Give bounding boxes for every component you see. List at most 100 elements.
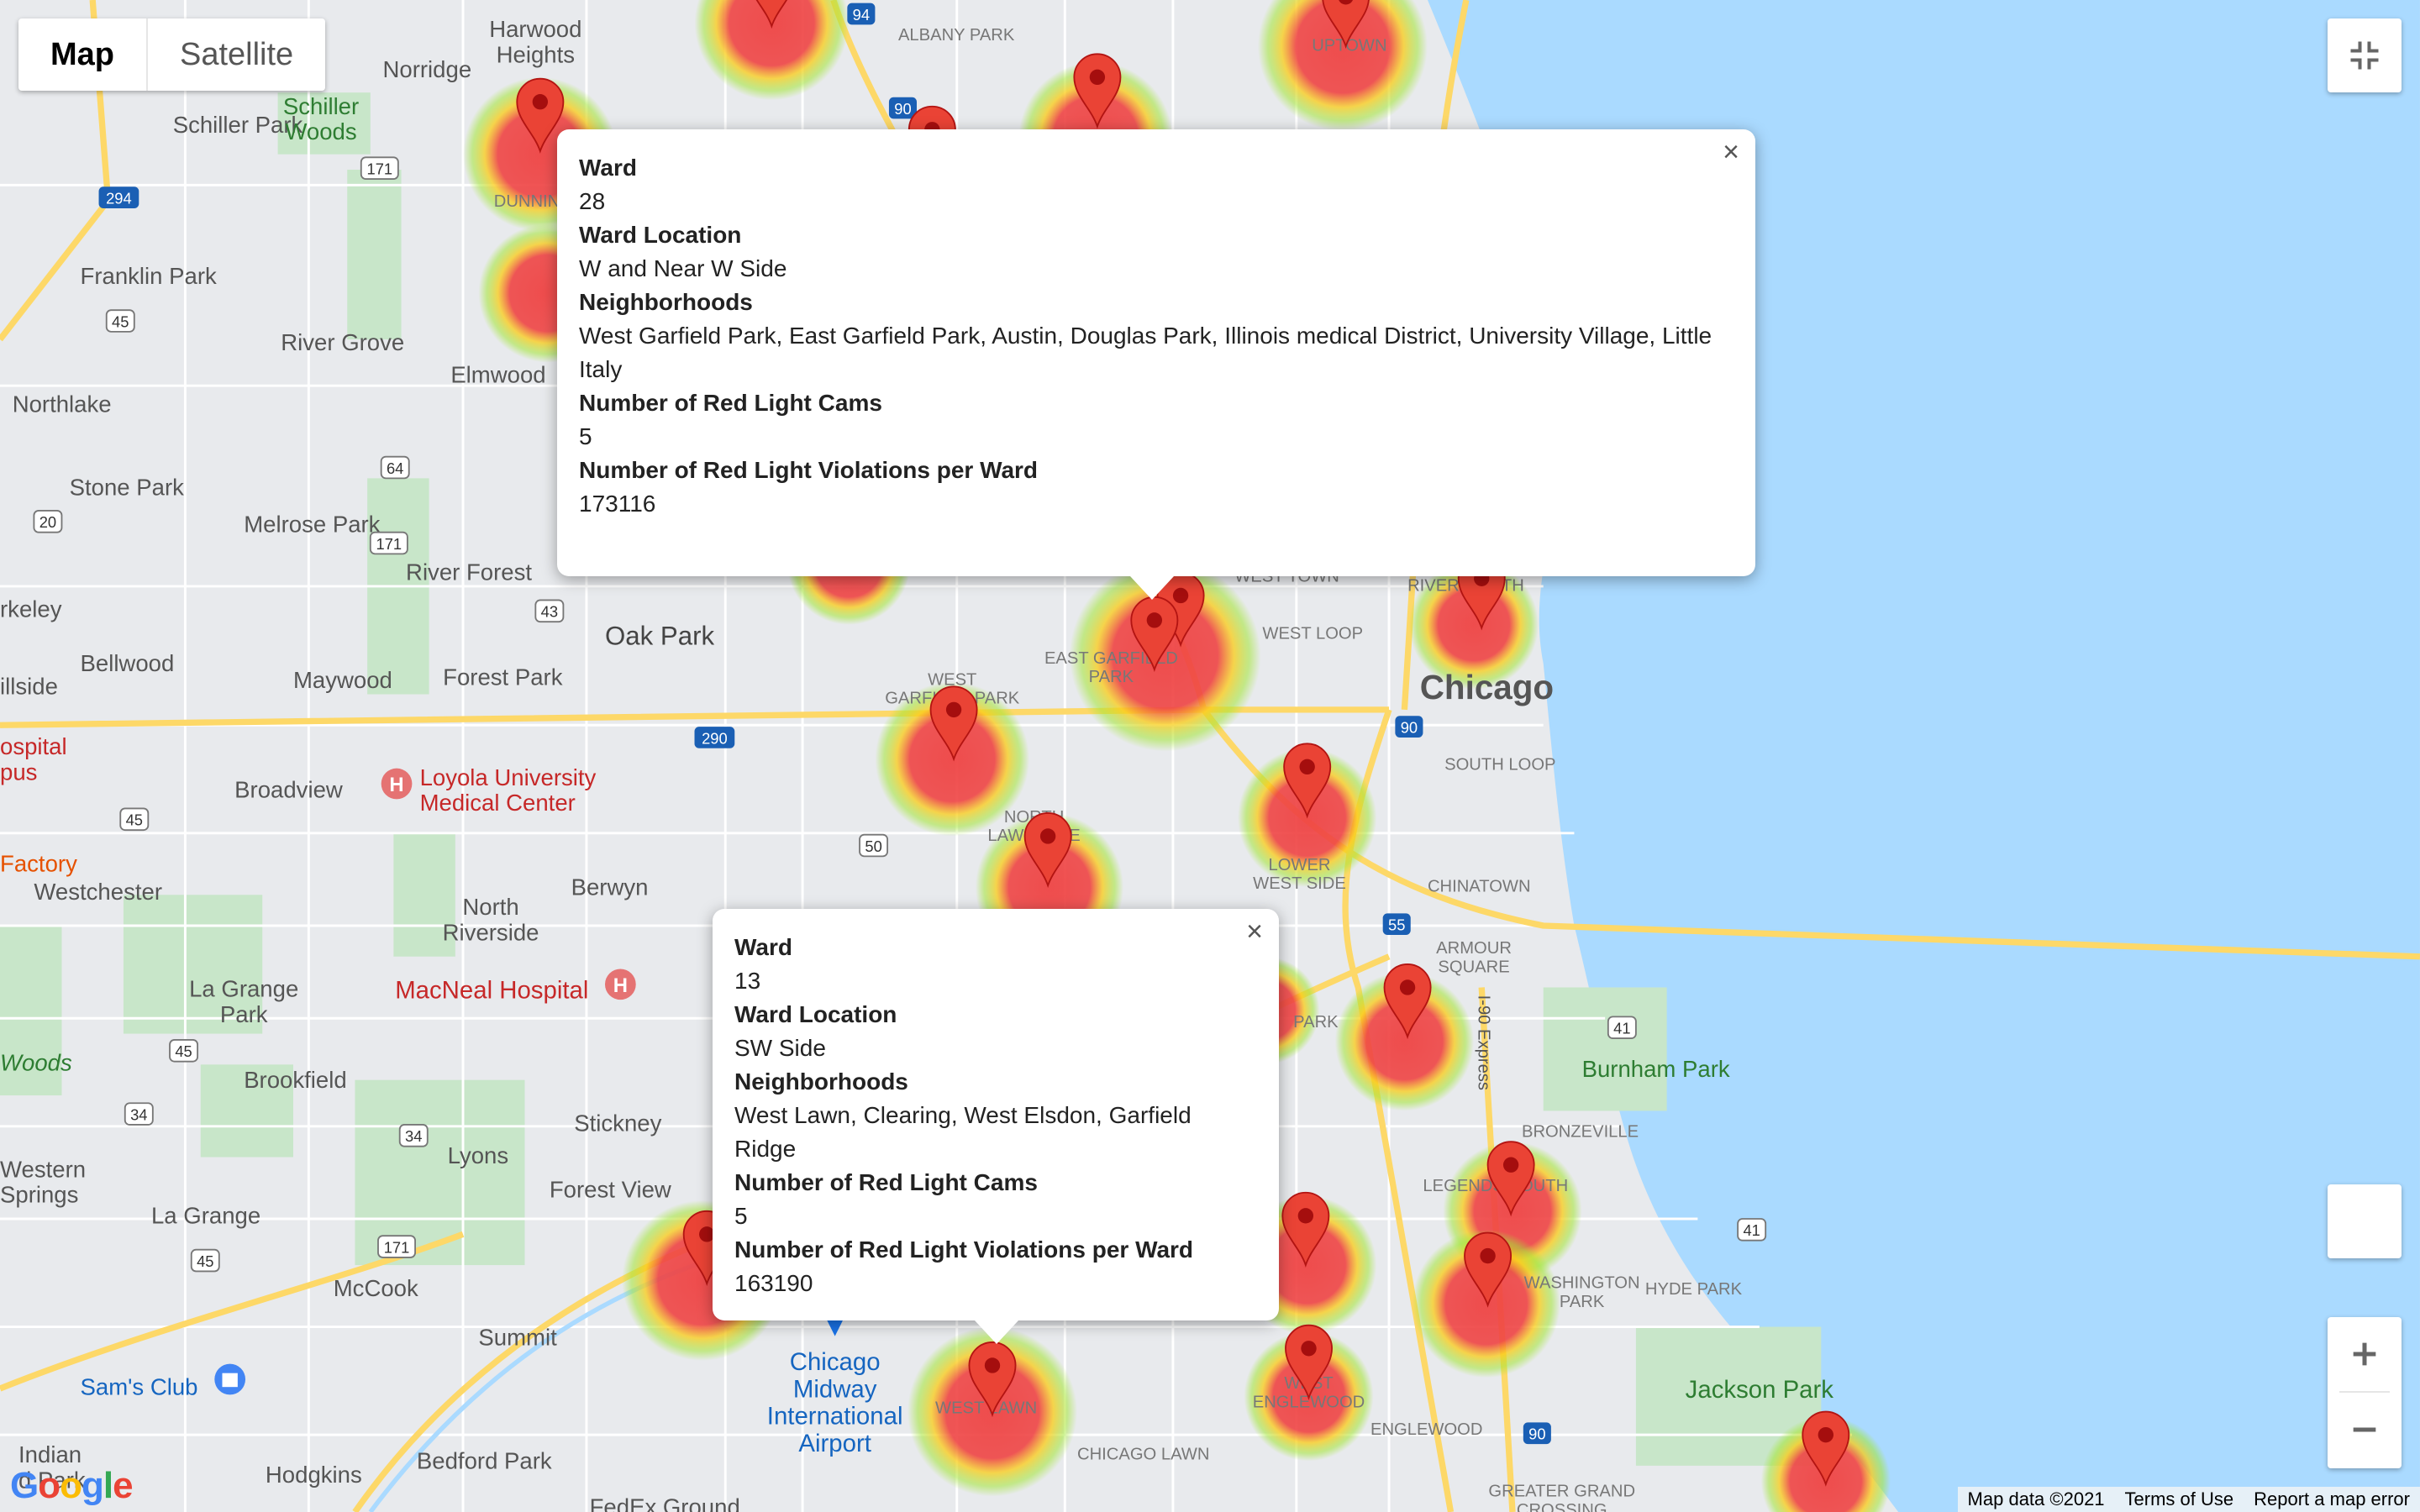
shopping-bag-icon	[214, 1363, 246, 1395]
neighborhoods-value: West Garfield Park, East Garfield Park, …	[579, 323, 1712, 382]
label-armour-square: ARMOUR SQUARE	[1436, 939, 1512, 976]
label-chicago-lawn: CHICAGO LAWN	[1077, 1446, 1209, 1464]
label-hodgkins: Hodgkins	[266, 1462, 362, 1488]
neighborhoods-label: Neighborhoods	[579, 289, 753, 315]
minus-icon	[2353, 1427, 2376, 1432]
svg-text:290: 290	[702, 729, 728, 747]
svg-text:41: 41	[1613, 1020, 1630, 1037]
svg-text:H: H	[389, 774, 403, 796]
neighborhoods-label: Neighborhoods	[734, 1068, 908, 1095]
shield-43: 43	[534, 599, 565, 623]
shield-us41a: 41	[1607, 1016, 1637, 1040]
label-forest-view: Forest View	[550, 1176, 671, 1202]
shield-us45a: 45	[105, 309, 135, 333]
shield-us45c: 45	[169, 1039, 199, 1063]
violations-value: 173116	[579, 491, 656, 517]
shield-us41b: 41	[1737, 1218, 1767, 1242]
fullscreen-button[interactable]	[2328, 18, 2402, 92]
ward-location-label: Ward Location	[734, 1001, 897, 1027]
map-data-text: Map data ©2021	[1957, 1487, 2115, 1512]
shield-i90: 90	[888, 97, 917, 119]
shield-us45d: 45	[190, 1248, 220, 1273]
label-chinatown: CHINATOWN	[1428, 878, 1531, 896]
google-logo[interactable]: Google	[10, 1465, 134, 1507]
label-chicago: Chicago	[1420, 668, 1554, 706]
shield-i90c: 90	[1523, 1422, 1551, 1445]
label-bronzeville: BRONZEVILLE	[1522, 1123, 1639, 1142]
report-error-link[interactable]: Report a map error	[2244, 1487, 2420, 1512]
shield-us34b: 34	[398, 1124, 429, 1147]
fullscreen-icon	[2350, 41, 2379, 70]
label-west-loop: WEST LOOP	[1262, 624, 1363, 643]
label-i90-express: I-90 Express	[1475, 995, 1493, 1090]
label-brookfield: Brookfield	[244, 1067, 347, 1093]
plus-icon	[2353, 1342, 2376, 1366]
info-window-tail	[975, 1320, 1018, 1344]
svg-text:94: 94	[853, 6, 870, 24]
zoom-control	[2328, 1317, 2402, 1468]
svg-text:41: 41	[1743, 1221, 1760, 1239]
label-westchester: Westchester	[34, 879, 162, 905]
label-forest-park: Forest Park	[443, 664, 563, 690]
svg-text:H: H	[613, 974, 628, 997]
ward-label: Ward	[579, 155, 637, 181]
label-river-grove: River Grove	[281, 329, 404, 355]
shield-i90b: 90	[1395, 716, 1423, 738]
label-stone-park: Stone Park	[70, 475, 185, 501]
shield-171b: 171	[369, 531, 408, 555]
cams-label: Number of Red Light Cams	[734, 1169, 1038, 1195]
svg-text:90: 90	[894, 100, 911, 118]
label-albany-park: ALBANY PARK	[898, 26, 1015, 45]
map-type-satellite-button[interactable]: Satellite	[146, 18, 325, 91]
ward-location-label: Ward Location	[579, 222, 742, 248]
label-loyola: Loyola University Medical Center	[420, 764, 597, 816]
cams-label: Number of Red Light Cams	[579, 390, 882, 416]
label-park: PARK	[1293, 1013, 1339, 1032]
close-icon[interactable]: ×	[1242, 917, 1267, 946]
shield-i290: 290	[694, 727, 735, 748]
map-type-control: Map Satellite	[18, 18, 326, 91]
shield-us34a: 34	[124, 1102, 154, 1126]
svg-text:43: 43	[541, 603, 558, 621]
label-berkeley: rkeley	[0, 596, 62, 622]
zoom-out-button[interactable]	[2328, 1393, 2402, 1467]
svg-text:294: 294	[106, 189, 132, 207]
terms-link[interactable]: Terms of Use	[2114, 1487, 2244, 1512]
shield-us45b: 45	[119, 807, 150, 832]
svg-text:45: 45	[112, 312, 129, 330]
ward-location-value: W and Near W Side	[579, 255, 787, 281]
neighborhoods-value: West Lawn, Clearing, West Elsdon, Garfie…	[734, 1102, 1192, 1162]
violations-label: Number of Red Light Violations per Ward	[734, 1236, 1194, 1263]
label-northlake: Northlake	[13, 391, 112, 417]
label-harwood-heights: Harwood Heights	[489, 16, 581, 67]
map-canvas[interactable]: Harwood Heights Norridge Schiller Park Sc…	[0, 0, 2420, 1512]
zoom-in-button[interactable]	[2328, 1317, 2402, 1391]
shield-i55: 55	[1382, 913, 1411, 936]
shield-i94: 94	[847, 3, 876, 25]
shield-171a: 171	[360, 156, 399, 180]
svg-text:20: 20	[39, 513, 56, 531]
shield-171c: 171	[377, 1235, 416, 1258]
shield-i294: 294	[98, 186, 139, 208]
info-window-tail	[1130, 576, 1174, 600]
map-type-map-button[interactable]: Map	[18, 18, 146, 91]
label-factory: Factory	[0, 851, 77, 877]
info-window-ward-28: × Ward 28 Ward Location W and Near W Sid…	[557, 129, 1755, 600]
street-view-control[interactable]	[2328, 1184, 2402, 1258]
svg-text:171: 171	[384, 1238, 410, 1256]
label-stickney: Stickney	[574, 1110, 661, 1136]
svg-text:45: 45	[126, 811, 143, 829]
svg-text:45: 45	[175, 1042, 192, 1060]
svg-text:50: 50	[865, 837, 881, 855]
svg-text:64: 64	[387, 459, 403, 477]
label-oak-park: Oak Park	[605, 622, 715, 651]
ward-location-value: SW Side	[734, 1035, 826, 1061]
ward-label: Ward	[734, 934, 792, 960]
label-lyons: Lyons	[448, 1142, 508, 1168]
svg-text:34: 34	[405, 1127, 422, 1145]
close-icon[interactable]: ×	[1718, 138, 1744, 166]
label-sams-club: Sam's Club	[81, 1373, 198, 1399]
ward-value: 28	[579, 188, 606, 214]
label-summit: Summit	[478, 1325, 557, 1351]
svg-text:90: 90	[1528, 1425, 1545, 1443]
